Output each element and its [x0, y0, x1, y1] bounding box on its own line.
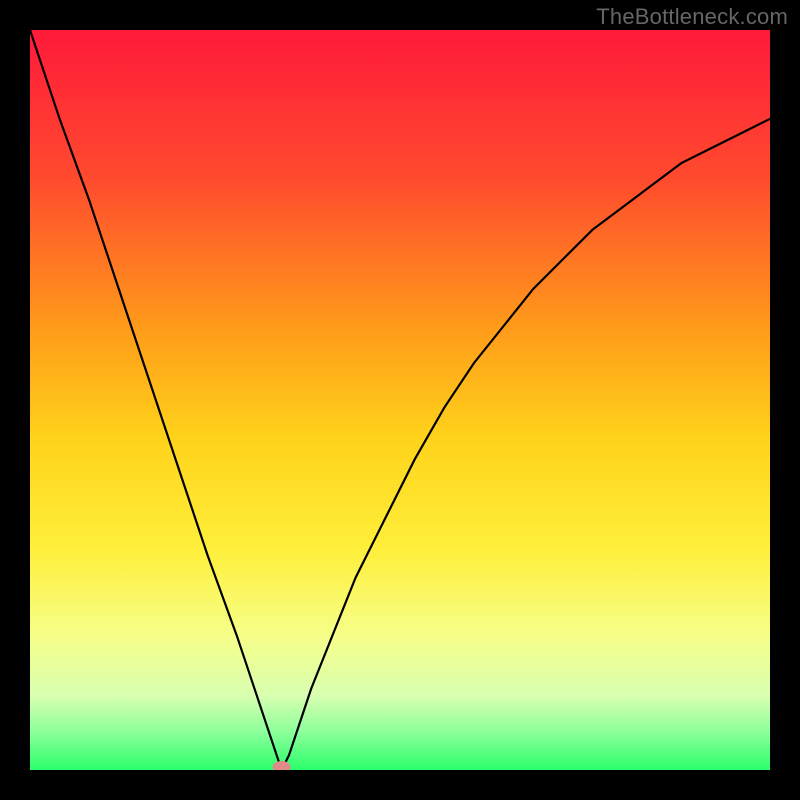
watermark-text: TheBottleneck.com	[596, 4, 788, 30]
chart-svg	[30, 30, 770, 770]
chart-frame: TheBottleneck.com	[0, 0, 800, 800]
chart-plot-area	[30, 30, 770, 770]
gradient-background	[30, 30, 770, 770]
